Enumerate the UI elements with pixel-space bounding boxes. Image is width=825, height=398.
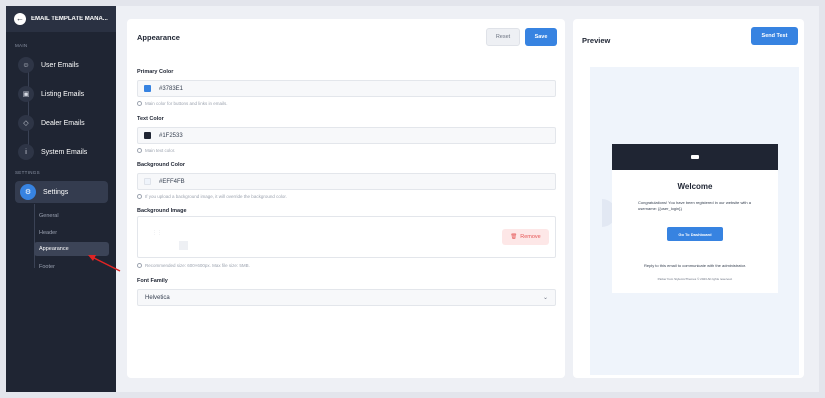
- email-preview: Welcome Congratulations! You have been r…: [612, 144, 778, 293]
- dots-icon: ⋮⋮: [152, 230, 162, 236]
- primary-color-value: #3783E1: [159, 85, 184, 92]
- sidebar-item-system-emails[interactable]: i System Emails: [18, 142, 87, 162]
- user-icon: ☺: [18, 57, 34, 73]
- background-color-label: Background Color: [137, 162, 185, 168]
- primary-color-field[interactable]: #3783E1: [137, 80, 556, 97]
- sidebar-item-label: Dealer Emails: [41, 119, 85, 127]
- info-icon: [137, 148, 142, 153]
- truck-icon: ▣: [18, 86, 34, 102]
- annotation-arrow-icon: [88, 255, 121, 272]
- chevron-down-icon: ⌄: [542, 295, 548, 301]
- submenu-item-header[interactable]: Header: [39, 230, 57, 236]
- primary-color-hint: Main color for buttons and links in emai…: [137, 101, 228, 106]
- sidebar-item-settings[interactable]: ⚙ Settings: [15, 181, 108, 203]
- text-color-label: Text Color: [137, 116, 164, 122]
- image-thumbnail: [179, 241, 188, 250]
- appearance-card: Appearance Reset Save Primary Color #378…: [127, 19, 565, 378]
- email-title: Welcome: [677, 182, 713, 191]
- info-icon: [137, 263, 142, 268]
- trash-icon: 🗑: [510, 234, 518, 240]
- email-dashboard-button: Go To Dashboard: [667, 227, 723, 241]
- submenu-item-footer[interactable]: Footer: [39, 264, 55, 270]
- remove-button[interactable]: 🗑 Remove: [502, 229, 549, 245]
- sidebar-item-label: Settings: [43, 188, 69, 196]
- gear-icon: ⚙: [20, 184, 36, 200]
- submenu-item-general[interactable]: General: [39, 213, 59, 219]
- preview-canvas: · · · · · ·· · · · · · · · · · · ·· · · …: [590, 67, 799, 375]
- email-header: [612, 144, 778, 170]
- info-icon: [137, 101, 142, 106]
- preview-title: Preview: [582, 36, 611, 45]
- text-color-swatch[interactable]: [144, 132, 151, 139]
- hint-text: Main color for buttons and links in emai…: [145, 101, 228, 106]
- email-footer-text: Parker from StylemixThemes © 2023 All ri…: [657, 277, 733, 281]
- hint-text: Main text color.: [145, 148, 176, 153]
- app-frame: ← EMAIL TEMPLATE MANA... MAIN ☺ User Ema…: [6, 6, 819, 392]
- reset-button[interactable]: Reset: [486, 28, 520, 46]
- submenu-connector: [34, 204, 35, 268]
- text-color-hint: Main text color.: [137, 148, 175, 153]
- sidebar: ← EMAIL TEMPLATE MANA... MAIN ☺ User Ema…: [6, 6, 116, 392]
- sidebar-title: EMAIL TEMPLATE MANA...: [31, 16, 108, 22]
- sidebar-item-label: System Emails: [41, 148, 88, 156]
- hint-text: Recommended size: 600×600px. Max file si…: [145, 263, 250, 268]
- sidebar-item-dealer-emails[interactable]: ◇ Dealer Emails: [18, 113, 85, 133]
- background-color-hint: If you upload a background image, it wil…: [137, 194, 287, 199]
- text-color-value: #1F2533: [159, 132, 183, 139]
- info-icon: i: [18, 144, 34, 160]
- back-arrow-icon[interactable]: ←: [14, 13, 26, 25]
- background-image-upload[interactable]: ⋮⋮ 🗑 Remove: [137, 216, 556, 258]
- section-label-main: MAIN: [15, 43, 28, 48]
- appearance-title: Appearance: [137, 33, 180, 42]
- sidebar-item-label: Listing Emails: [41, 90, 85, 98]
- background-image-label: Background Image: [137, 208, 187, 214]
- section-label-settings: SETTINGS: [15, 170, 40, 175]
- font-family-select[interactable]: Helvetica ⌄: [137, 289, 556, 306]
- remove-label: Remove: [520, 234, 541, 240]
- send-test-button[interactable]: Send Test: [751, 27, 798, 45]
- sidebar-item-user-emails[interactable]: ☺ User Emails: [18, 55, 79, 75]
- sidebar-item-label: User Emails: [41, 61, 79, 69]
- background-color-value: #EFF4FB: [159, 178, 185, 185]
- sidebar-item-listing-emails[interactable]: ▣ Listing Emails: [18, 84, 84, 104]
- background-image-hint: Recommended size: 600×600px. Max file si…: [137, 263, 250, 268]
- preview-card: Preview Send Test · · · · · ·· · · · · ·…: [573, 19, 804, 378]
- background-color-field[interactable]: #EFF4FB: [137, 173, 556, 190]
- logo-icon: [691, 155, 699, 159]
- font-family-label: Font Family: [137, 278, 168, 284]
- font-family-value: Helvetica: [145, 294, 170, 301]
- tag-icon: ◇: [18, 115, 34, 131]
- primary-color-label: Primary Color: [137, 69, 174, 75]
- sidebar-header: ← EMAIL TEMPLATE MANA...: [6, 6, 116, 32]
- text-color-field[interactable]: #1F2533: [137, 127, 556, 144]
- email-reply-text: Reply to this email to communicate with …: [643, 263, 747, 268]
- email-body-text: Congratulations! You have been registere…: [638, 200, 751, 212]
- background-color-swatch[interactable]: [144, 178, 151, 185]
- primary-color-swatch[interactable]: [144, 85, 151, 92]
- hint-text: If you upload a background image, it wil…: [145, 194, 287, 199]
- info-icon: [137, 194, 142, 199]
- save-button[interactable]: Save: [525, 28, 557, 46]
